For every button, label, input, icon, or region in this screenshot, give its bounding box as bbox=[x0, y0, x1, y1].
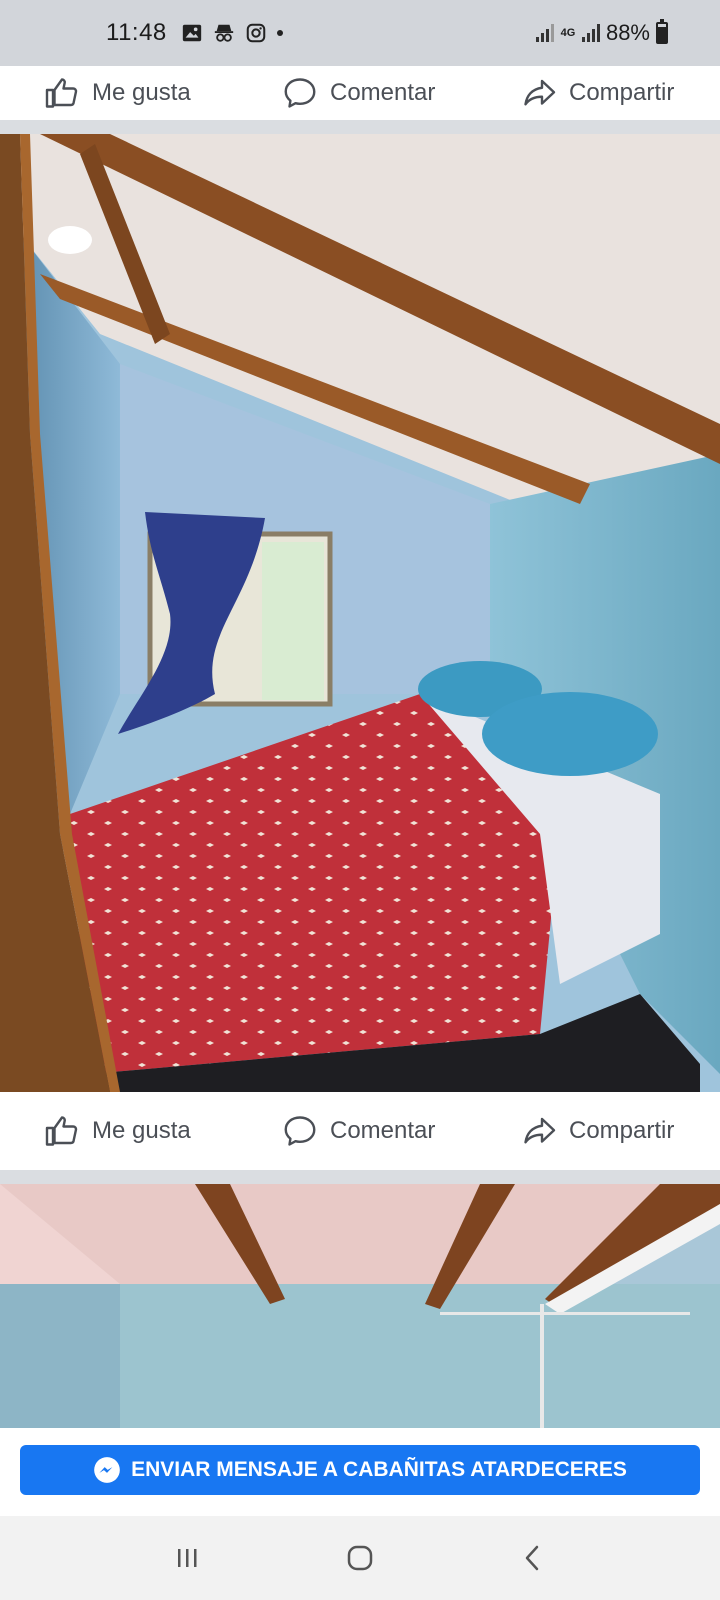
like-label: Me gusta bbox=[92, 1117, 191, 1144]
send-message-button[interactable]: ENVIAR MENSAJE A CABAÑITAS ATARDECERES bbox=[20, 1445, 700, 1495]
gallery-icon bbox=[182, 24, 201, 42]
messenger-icon bbox=[94, 1457, 120, 1483]
status-notification-icons bbox=[181, 22, 267, 44]
signal-icon-2 bbox=[581, 24, 600, 42]
share-button-2[interactable]: Compartir bbox=[521, 1113, 674, 1149]
signal-icon bbox=[535, 24, 554, 42]
home-button[interactable] bbox=[330, 1528, 390, 1588]
post-actions-top: Me gusta Comentar Compartir bbox=[0, 66, 720, 120]
thumbs-up-icon bbox=[45, 1116, 78, 1146]
status-bar: 11:48 4G 88% bbox=[0, 0, 720, 66]
share-label: Compartir bbox=[569, 1117, 675, 1144]
comment-label: Comentar bbox=[330, 79, 436, 106]
comment-bubble-icon bbox=[284, 1116, 316, 1146]
send-message-label: ENVIAR MENSAJE A CABAÑITAS ATARDECERES bbox=[131, 1458, 627, 1481]
share-arrow-icon bbox=[524, 79, 556, 106]
like-label: Me gusta bbox=[92, 79, 191, 106]
share-arrow-icon bbox=[524, 1117, 556, 1144]
back-icon bbox=[526, 1545, 539, 1571]
incognito-icon bbox=[214, 24, 233, 42]
room-photo-image bbox=[0, 1184, 720, 1428]
share-button[interactable]: Compartir bbox=[521, 75, 674, 111]
screen: 11:48 4G 88% Me gusta Comentar Compartir bbox=[0, 0, 720, 1600]
recent-apps-icon bbox=[177, 1549, 197, 1567]
notification-dot-icon bbox=[276, 30, 283, 36]
share-label: Compartir bbox=[569, 79, 675, 106]
comment-label: Comentar bbox=[330, 1117, 436, 1144]
comment-button[interactable]: Comentar bbox=[282, 75, 435, 111]
bedroom-photo-image bbox=[0, 134, 720, 1092]
like-button-2[interactable]: Me gusta bbox=[44, 1113, 191, 1149]
network-4g-icon: 4G bbox=[560, 27, 576, 39]
thumbs-up-icon bbox=[45, 78, 78, 108]
battery-icon bbox=[656, 19, 668, 44]
message-button-area: ENVIAR MENSAJE A CABAÑITAS ATARDECERES bbox=[0, 1428, 720, 1516]
battery-percent: 88% bbox=[605, 20, 650, 45]
status-system-icons: 4G 88% bbox=[535, 19, 668, 46]
back-button[interactable] bbox=[503, 1528, 563, 1588]
status-time: 11:48 bbox=[106, 19, 167, 46]
post-photo-bedroom[interactable] bbox=[0, 134, 720, 1092]
comment-button-2[interactable]: Comentar bbox=[282, 1113, 435, 1149]
comment-bubble-icon bbox=[284, 78, 316, 108]
post-actions-mid: Me gusta Comentar Compartir bbox=[0, 1092, 720, 1170]
recent-apps-button[interactable] bbox=[157, 1528, 217, 1588]
like-button[interactable]: Me gusta bbox=[44, 75, 191, 111]
system-nav-bar bbox=[0, 1516, 720, 1600]
instagram-icon bbox=[246, 23, 266, 43]
post-photo-room[interactable] bbox=[0, 1184, 720, 1428]
home-icon bbox=[347, 1545, 373, 1571]
